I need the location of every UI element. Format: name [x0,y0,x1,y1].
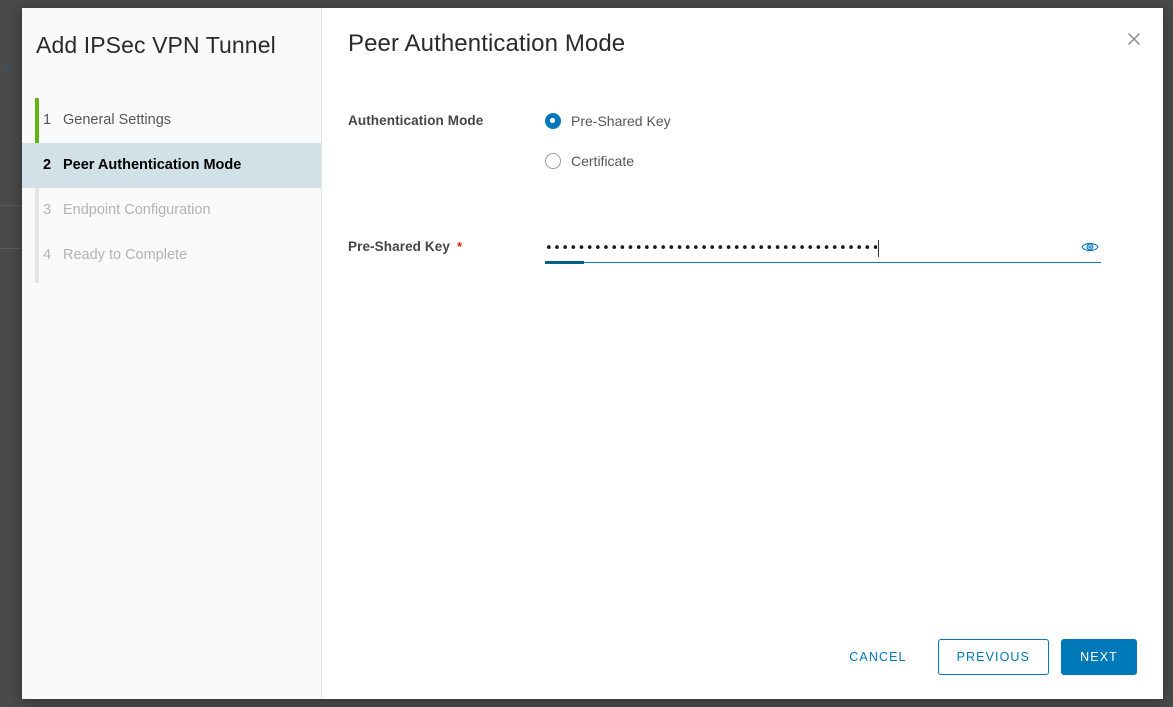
step-label: Ready to Complete [63,247,188,264]
pre-shared-key-field-wrapper: ••••••••••••••••••••••••••••••••••••••••… [545,236,1101,264]
radio-pre-shared-key[interactable]: Pre-Shared Key [545,111,671,131]
peer-authentication-form: Authentication Mode Pre-Shared Key Certi… [322,58,1163,639]
radio-mark-icon [545,153,561,169]
wizard-title: Add IPSec VPN Tunnel [36,32,276,58]
wizard-sidebar: Add IPSec VPN Tunnel 1 General Settings … [22,8,322,699]
background-divider [0,248,23,249]
next-button[interactable]: NEXT [1061,639,1137,675]
step-number: 4 [43,247,52,264]
required-marker: * [456,239,463,254]
cancel-button[interactable]: CANCEL [830,639,925,675]
radio-mark-icon [545,113,561,129]
radio-certificate[interactable]: Certificate [545,151,671,171]
step-label: General Settings [63,112,172,129]
dialog-footer: CANCEL PREVIOUS NEXT [322,639,1163,699]
wizard-step-list: 1 General Settings 2 Peer Authentication… [22,97,321,283]
close-icon[interactable] [1121,26,1147,52]
background-divider [0,205,23,206]
wizard-step-peer-authentication-mode[interactable]: 2 Peer Authentication Mode [22,142,321,188]
pre-shared-key-row: Pre-Shared Key * ••••••••••••••••••••••••… [348,236,1163,264]
step-label: Endpoint Configuration [63,202,211,219]
eye-icon[interactable] [1079,236,1101,258]
pre-shared-key-label: Pre-Shared Key * [348,236,545,254]
input-underline [545,261,1101,264]
wizard-content-pane: Peer Authentication Mode Authentication … [322,8,1163,699]
wizard-step-general-settings[interactable]: 1 General Settings [22,98,321,143]
pre-shared-key-label-text: Pre-Shared Key [348,239,450,254]
authentication-mode-radio-group: Pre-Shared Key Certificate [545,110,671,171]
radio-label: Certificate [571,153,635,169]
add-ipsec-vpn-tunnel-dialog: Add IPSec VPN Tunnel 1 General Settings … [22,8,1163,699]
step-number: 2 [43,157,52,174]
wizard-step-endpoint-configuration: 3 Endpoint Configuration [22,188,321,233]
page-title: Peer Authentication Mode [348,30,626,57]
previous-button[interactable]: PREVIOUS [937,639,1049,675]
wizard-step-ready-to-complete: 4 Ready to Complete [22,233,321,278]
authentication-mode-row: Authentication Mode Pre-Shared Key Certi… [348,110,1163,171]
step-number: 1 [43,112,52,129]
step-label: Peer Authentication Mode [63,157,242,174]
pre-shared-key-input[interactable]: ••••••••••••••••••••••••••••••••••••••••… [545,236,1101,264]
authentication-mode-label: Authentication Mode [348,113,484,128]
pane-header: Peer Authentication Mode [322,8,1163,58]
pre-shared-key-masked-value: ••••••••••••••••••••••••••••••••••••••••… [545,241,877,255]
background-obscured-text: C [4,62,14,77]
radio-label: Pre-Shared Key [571,113,671,129]
text-caret [878,239,879,257]
step-number: 3 [43,202,52,219]
